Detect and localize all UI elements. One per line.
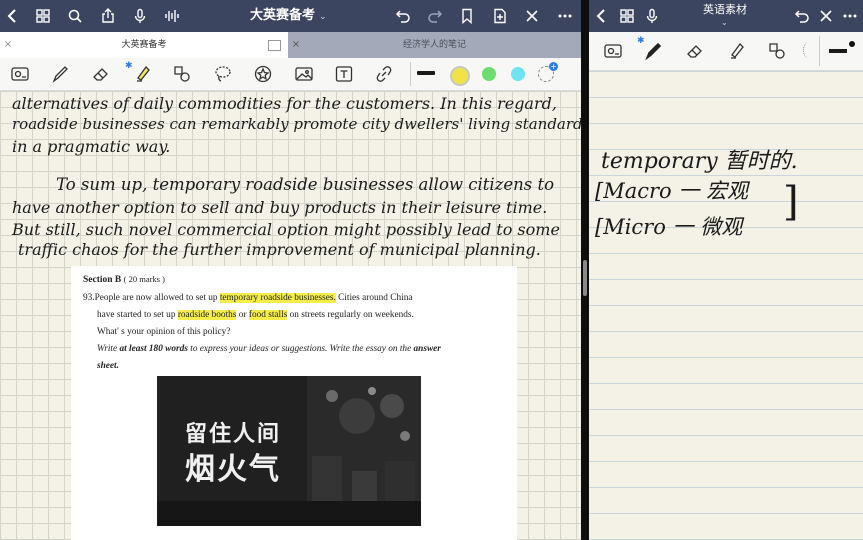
close-icon[interactable]: ×: [2, 32, 14, 58]
handwriting-line: in a pragmatic way.: [12, 137, 171, 156]
split-view-icon[interactable]: [268, 40, 281, 51]
textbox-icon[interactable]: [332, 62, 356, 86]
notebook-title[interactable]: 大英赛备考 ⌄: [250, 0, 327, 32]
close-icon[interactable]: [519, 0, 545, 32]
right-nav-bar: 英语素材 ⌄: [589, 0, 863, 32]
tab-bar: × 大英赛备考 × 经济学人的笔记 ×: [0, 32, 581, 58]
stroke-width-selector[interactable]: [829, 49, 847, 53]
close-icon[interactable]: [813, 0, 839, 32]
section-heading: Section B ( 20 marks ): [83, 274, 165, 285]
right-paper-canvas[interactable]: temporary 暂时的. [Macro 一 宏观 [Micro 一 微观 ]: [589, 71, 863, 540]
eraser-icon[interactable]: [89, 62, 113, 86]
mic-icon[interactable]: [639, 0, 665, 32]
right-tool-bar: ✱: [589, 32, 863, 71]
handwriting-line: traffic chaos for the further improvemen…: [18, 240, 541, 259]
split-view-divider[interactable]: [581, 0, 589, 540]
left-tool-bar: ✱ +: [0, 58, 581, 91]
left-nav-bar: 大英赛备考 ⌄: [0, 0, 581, 32]
undo-icon[interactable]: [789, 0, 815, 32]
split-handle[interactable]: [583, 260, 587, 296]
grid-icon[interactable]: [614, 0, 640, 32]
tab-economist-notes[interactable]: 经济学人的笔记: [288, 32, 581, 58]
tab-active-notebook[interactable]: 大英赛备考: [0, 32, 288, 58]
image-caption: 烟火气: [185, 452, 281, 487]
question-line: have started to set up roadside booths o…: [97, 310, 414, 320]
pen-icon[interactable]: [48, 62, 72, 86]
lasso-icon[interactable]: [803, 42, 814, 58]
street-market-photo: 留住人间 烟火气: [157, 376, 421, 526]
color-swatch-cyan[interactable]: [511, 67, 525, 81]
color-swatch-yellow[interactable]: [450, 66, 470, 86]
handwriting-line: But still, such novel commercial option …: [12, 220, 560, 239]
highlighter-icon[interactable]: [130, 62, 154, 86]
question-line: sheet.: [97, 361, 119, 371]
stroke-width-selector[interactable]: [417, 71, 435, 75]
color-dot[interactable]: [849, 41, 855, 47]
right-notebook-pane: 英语素材 ⌄ ✱ temporary 暂时的. [Macro 一 宏观 [Mic…: [589, 0, 863, 540]
handwriting-line: temporary 暂时的.: [601, 149, 798, 174]
highlighted-text: temporary roadside businesses.: [219, 293, 336, 303]
share-icon[interactable]: [95, 0, 121, 32]
redo-icon[interactable]: [422, 0, 448, 32]
handwriting-line: [Macro 一 宏观: [595, 179, 749, 203]
lasso-image-icon[interactable]: [8, 62, 32, 86]
chevron-left-icon[interactable]: [0, 0, 26, 32]
question-line: 93.People are now allowed to set up temp…: [83, 293, 413, 303]
handwriting-line: alternatives of daily commodities for th…: [12, 94, 557, 113]
grid-icon[interactable]: [30, 0, 56, 32]
chevron-down-icon[interactable]: ⌄: [721, 18, 728, 27]
bookmark-icon[interactable]: [454, 0, 480, 32]
more-icon[interactable]: [552, 0, 578, 32]
chevron-left-icon[interactable]: [589, 0, 615, 32]
lasso-image-icon[interactable]: [601, 39, 625, 63]
question-line: Write at least 180 words to express your…: [97, 344, 441, 354]
pasted-exam-question[interactable]: Section B ( 20 marks ) 93.People are now…: [71, 266, 517, 540]
bracket-mark: ]: [783, 179, 799, 225]
pen-icon[interactable]: [641, 39, 665, 63]
handwriting-line: To sum up, temporary roadside businesses…: [56, 175, 555, 194]
left-notebook-pane: 大英赛备考⌄ × 大英赛备考 × 经济学人的笔记 × ✱ + a: [0, 0, 581, 540]
plus-badge-icon: +: [549, 62, 558, 71]
toolbar-divider: [819, 36, 820, 66]
waveform-icon[interactable]: [159, 0, 185, 32]
color-swatch-green[interactable]: [482, 67, 496, 81]
toolbar-divider: [410, 62, 411, 86]
highlighter-icon[interactable]: [724, 39, 748, 63]
image-icon[interactable]: [292, 62, 316, 86]
question-line: What' s your opinion of this policy?: [97, 327, 231, 337]
search-icon[interactable]: [62, 0, 88, 32]
handwriting-line: have another option to sell and buy prod…: [12, 198, 548, 217]
undo-icon[interactable]: [390, 0, 416, 32]
more-icon[interactable]: [837, 0, 863, 32]
mic-icon[interactable]: [127, 0, 153, 32]
shapes-icon[interactable]: [765, 39, 789, 63]
handwriting-line: roadside businesses can remarkably promo…: [12, 115, 581, 133]
highlighted-text: roadside booths: [177, 310, 237, 320]
add-page-icon[interactable]: [487, 0, 513, 32]
lasso-icon[interactable]: [211, 62, 235, 86]
close-icon[interactable]: ×: [290, 32, 302, 58]
link-icon[interactable]: [372, 62, 396, 86]
sticker-icon[interactable]: [251, 62, 275, 86]
shapes-icon[interactable]: [170, 62, 194, 86]
highlighted-text: food stalls: [248, 310, 288, 320]
eraser-icon[interactable]: [683, 39, 707, 63]
handwriting-line: [Micro 一 微观: [595, 215, 743, 239]
